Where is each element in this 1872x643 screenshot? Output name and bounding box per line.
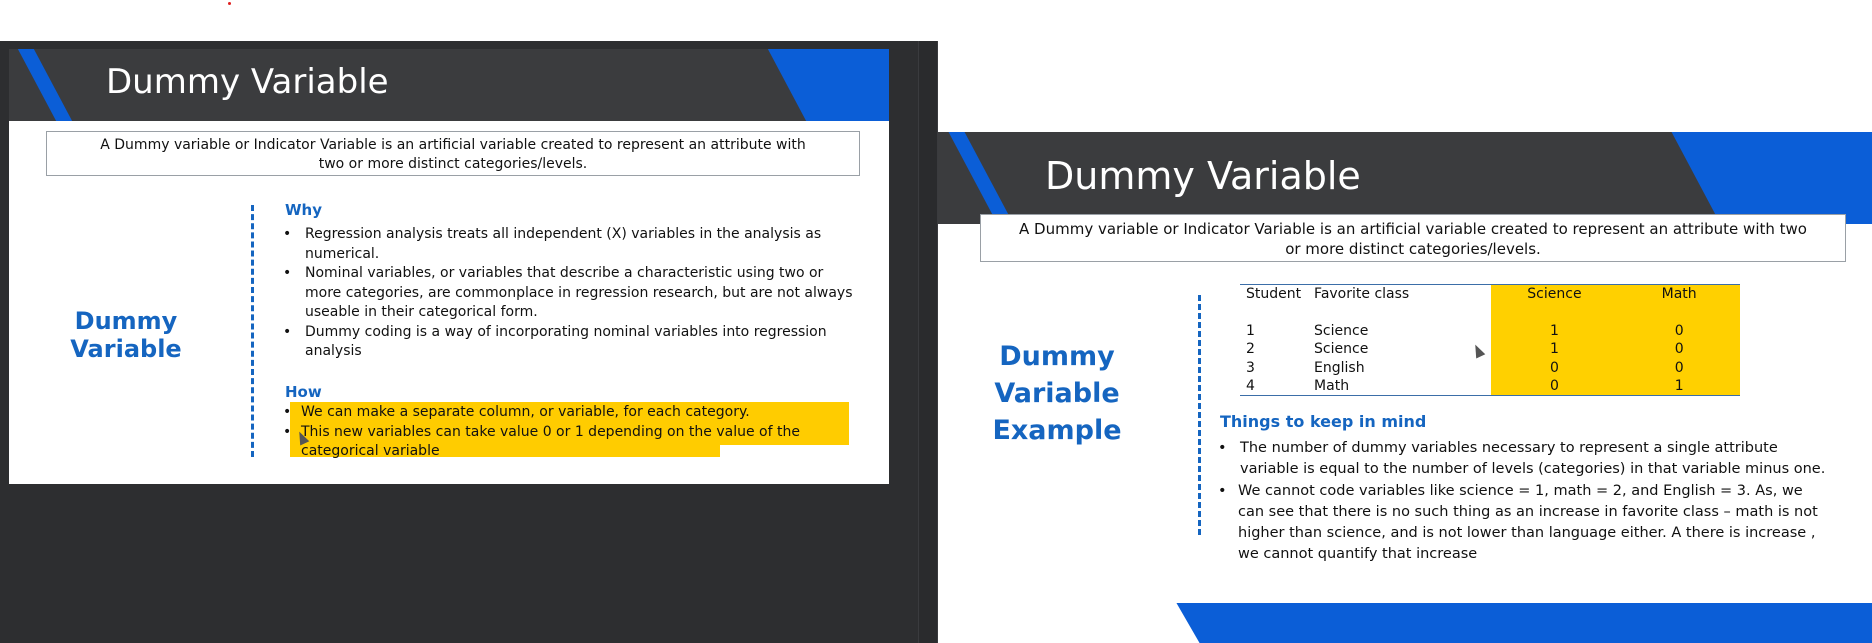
table-cell: 3 <box>1246 359 1255 376</box>
table-cell: Math <box>1308 377 1491 396</box>
slide-header: Dummy Variable <box>938 132 1872 224</box>
table-row: 2 Science 1 0 <box>1240 340 1740 359</box>
header-accent-right <box>1671 132 1872 224</box>
table-cell: 2 <box>1246 341 1255 358</box>
how-heading: How <box>285 383 322 401</box>
side-label-line2: Example <box>992 415 1122 446</box>
table-cell: 4 <box>1240 377 1309 396</box>
why-bullet: Dummy coding is a way of incorporating n… <box>281 323 861 362</box>
keep-heading: Things to keep in mind <box>1220 412 1427 431</box>
slide-dummy-variable[interactable]: Dummy Variable A Dummy variable or Indic… <box>9 49 889 484</box>
why-heading: Why <box>285 201 323 219</box>
keep-bullets: The number of dummy variables necessary … <box>1216 438 1826 565</box>
table-cell: 0 <box>1618 340 1740 359</box>
definition-box: A Dummy variable or Indicator Variable i… <box>980 214 1846 262</box>
slide-header: Dummy Variable <box>9 49 889 121</box>
table-row: 4 Math 0 1 <box>1240 377 1740 396</box>
table-cell: Science <box>1314 322 1369 339</box>
table-header: Student <box>1240 284 1309 303</box>
header-accent-right <box>767 49 889 121</box>
table-row: 1 Science 1 0 <box>1240 321 1740 340</box>
table-header: Math <box>1618 284 1740 303</box>
pointer-dot <box>228 2 231 5</box>
table-header: Favorite class <box>1308 284 1491 303</box>
how-bullet: We can make a separate column, or variab… <box>281 403 841 423</box>
table-header-row: Student Favorite class Science Math <box>1240 284 1740 303</box>
slide-title: Dummy Variable <box>1045 154 1361 198</box>
table-row: 3 English 0 0 <box>1240 358 1740 377</box>
side-label: Dummy Variable Example <box>952 338 1162 449</box>
keep-bullet: We cannot code variables like science = … <box>1216 481 1826 565</box>
table-header: Science <box>1490 284 1619 303</box>
definition-box: A Dummy variable or Indicator Variable i… <box>46 131 860 176</box>
table-cell: Science <box>1314 341 1369 358</box>
definition-text: A Dummy variable or Indicator Variable i… <box>1019 220 1807 258</box>
table-cell: 1 <box>1618 377 1740 396</box>
table-cell: 0 <box>1618 358 1740 377</box>
pane-divider[interactable] <box>918 41 938 643</box>
keep-bullet: The number of dummy variables necessary … <box>1216 438 1826 480</box>
slide-footer-bar <box>1176 603 1872 643</box>
dashed-divider <box>251 205 254 457</box>
table-cell: 0 <box>1490 358 1619 377</box>
why-bullet: Nominal variables, or variables that des… <box>281 264 861 323</box>
definition-text: A Dummy variable or Indicator Variable i… <box>100 137 806 172</box>
screen: Dummy Variable A Dummy variable or Indic… <box>0 0 1872 643</box>
how-bullet: This new variables can take value 0 or 1… <box>281 423 841 462</box>
why-bullet: Regression analysis treats all independe… <box>281 225 861 264</box>
dashed-divider <box>1198 295 1201 535</box>
table-cell: 0 <box>1618 321 1740 340</box>
why-bullets: Regression analysis treats all independe… <box>281 225 861 362</box>
slide-dummy-variable-example[interactable]: Dummy Variable A Dummy variable or Indic… <box>938 110 1872 643</box>
table-cell: 1 <box>1490 340 1619 359</box>
how-bullets: We can make a separate column, or variab… <box>281 403 841 462</box>
header-accent-left <box>948 132 1014 224</box>
table-cell: 0 <box>1490 377 1619 396</box>
table-spacer-row <box>1240 303 1740 322</box>
side-label: Dummy Variable <box>70 307 182 363</box>
slide-title: Dummy Variable <box>106 62 389 102</box>
side-label-line1: Dummy Variable <box>994 341 1120 409</box>
header-accent-left <box>17 49 73 121</box>
table-cell: English <box>1314 359 1365 376</box>
table-cell: 1 <box>1246 322 1255 339</box>
table-cell: 1 <box>1490 321 1619 340</box>
student-table: Student Favorite class Science Math 1 Sc… <box>1240 284 1740 396</box>
